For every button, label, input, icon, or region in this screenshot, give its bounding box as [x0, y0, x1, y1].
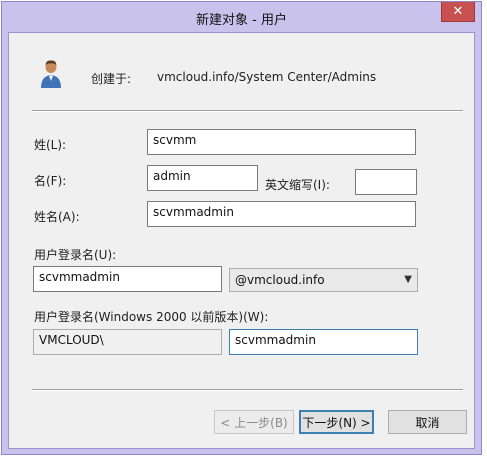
full-name-label: 姓名(A):: [34, 210, 80, 224]
pre2000-logon-field[interactable]: scvmmadmin: [229, 329, 418, 355]
separator-bottom: [32, 389, 463, 391]
initials-field[interactable]: [355, 169, 417, 195]
next-button[interactable]: 下一步(N) >: [299, 410, 374, 434]
first-name-label: 名(F):: [34, 174, 67, 188]
title-bar[interactable]: 新建对象 - 用户 ✕: [2, 2, 481, 32]
last-name-label: 姓(L):: [34, 138, 67, 152]
back-button[interactable]: < 上一步(B): [214, 410, 294, 434]
dialog-window: 新建对象 - 用户 ✕ 创建于: vmcloud.info/System Cen…: [1, 1, 482, 455]
close-icon: ✕: [452, 4, 464, 19]
upn-suffix-select[interactable]: @vmcloud.info ▼: [229, 268, 418, 292]
cancel-button[interactable]: 取消: [388, 410, 467, 434]
logon-name-label: 用户登录名(U):: [34, 248, 117, 262]
dialog-body: 创建于: vmcloud.info/System Center/Admins 姓…: [8, 32, 475, 449]
full-name-field[interactable]: scvmmadmin: [147, 201, 416, 227]
user-icon: [41, 60, 61, 88]
initials-label: 英文缩写(I):: [265, 178, 330, 192]
pre2000-domain-field: VMCLOUD\: [33, 329, 222, 355]
chevron-down-icon: ▼: [404, 274, 412, 285]
created-in-label: 创建于:: [91, 72, 132, 86]
first-name-field[interactable]: admin: [147, 165, 258, 191]
last-name-field[interactable]: scvmm: [147, 129, 416, 155]
logon-name-field[interactable]: scvmmadmin: [33, 266, 222, 292]
separator-top: [32, 110, 463, 112]
window-title: 新建对象 - 用户: [196, 13, 287, 28]
created-in-path: vmcloud.info/System Center/Admins: [157, 70, 377, 84]
pre2000-logon-label: 用户登录名(Windows 2000 以前版本)(W):: [34, 310, 269, 324]
close-button[interactable]: ✕: [441, 2, 475, 22]
upn-suffix-value: @vmcloud.info: [235, 273, 325, 287]
